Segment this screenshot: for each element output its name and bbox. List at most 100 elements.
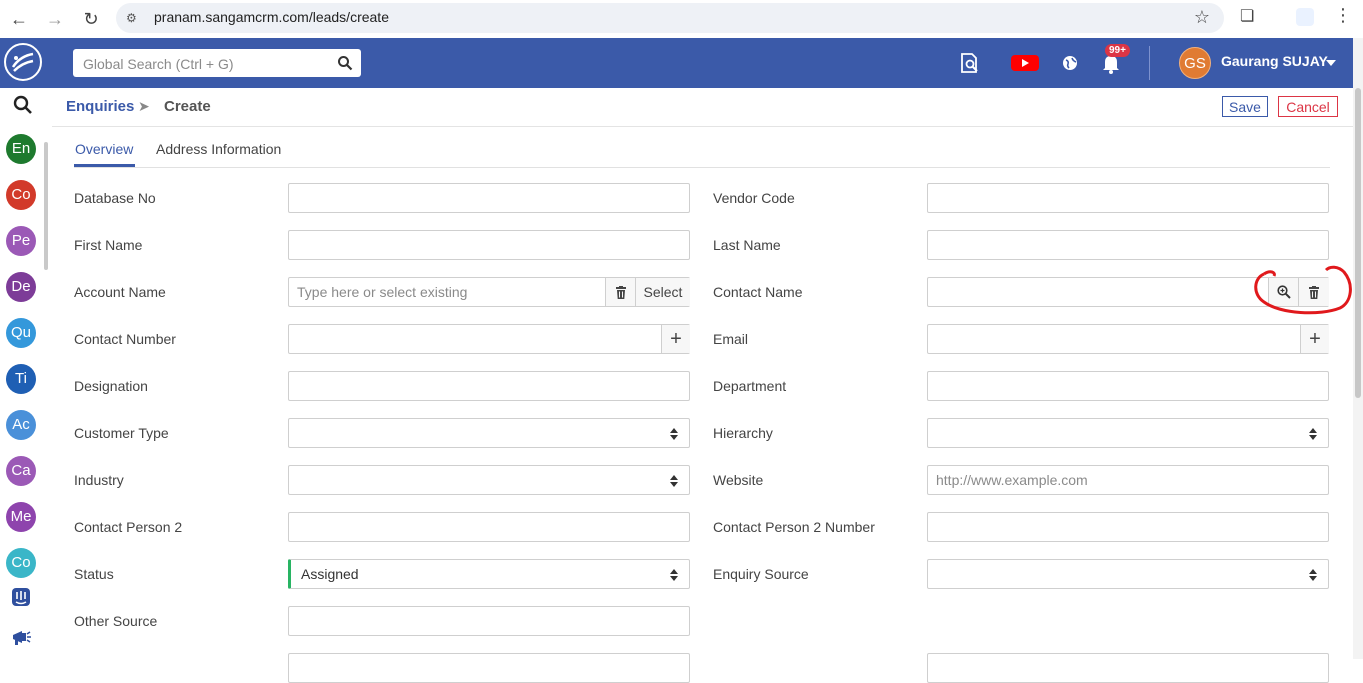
enquiry-source-select[interactable] bbox=[927, 559, 1329, 589]
youtube-icon[interactable] bbox=[1010, 52, 1040, 74]
next-field-partial[interactable] bbox=[927, 653, 1329, 683]
field-label: Department bbox=[713, 378, 787, 394]
field-label: Industry bbox=[74, 472, 124, 488]
field-label: Database No bbox=[74, 190, 156, 206]
sidebar-module-9[interactable]: Co bbox=[6, 548, 36, 578]
status-select[interactable]: Assigned bbox=[288, 559, 690, 589]
forward-icon[interactable]: → bbox=[42, 6, 68, 32]
document-search-icon[interactable] bbox=[958, 52, 982, 74]
sidebar-module-7[interactable]: Ca bbox=[6, 456, 36, 486]
field-label: Customer Type bbox=[74, 425, 169, 441]
last-name-input[interactable] bbox=[928, 231, 1328, 259]
sidebar-scrollbar[interactable] bbox=[44, 142, 48, 270]
department-input[interactable] bbox=[928, 372, 1328, 400]
first-name-field bbox=[288, 230, 690, 260]
industry-select[interactable] bbox=[288, 465, 690, 495]
global-search-input[interactable] bbox=[81, 53, 330, 75]
status-value: Assigned bbox=[301, 566, 359, 582]
contact-person-2-input[interactable] bbox=[289, 513, 689, 541]
select-arrows-icon bbox=[1309, 569, 1317, 581]
save-button[interactable]: Save bbox=[1222, 96, 1268, 117]
annotation-circle bbox=[1254, 265, 1352, 315]
select-account-button[interactable]: Select bbox=[635, 278, 690, 306]
logo-icon bbox=[11, 52, 34, 72]
search-icon[interactable] bbox=[337, 55, 353, 71]
field-label: Vendor Code bbox=[713, 190, 795, 206]
bookmark-star-icon[interactable]: ☆ bbox=[1194, 7, 1210, 28]
add-email-button[interactable]: + bbox=[1300, 325, 1329, 353]
plus-icon: + bbox=[1309, 327, 1321, 350]
sidebar-module-8[interactable]: Me bbox=[6, 502, 36, 532]
breadcrumb-current: Create bbox=[164, 98, 211, 115]
header-divider bbox=[1149, 46, 1150, 80]
field-label: Designation bbox=[74, 378, 148, 394]
url-text: pranam.sangamcrm.com/leads/create bbox=[154, 9, 389, 25]
database-no-input[interactable] bbox=[289, 184, 689, 212]
first-name-input[interactable] bbox=[289, 231, 689, 259]
next-field-partial[interactable] bbox=[288, 653, 690, 683]
designation-field bbox=[288, 371, 690, 401]
sidebar-module-1[interactable]: Co bbox=[6, 180, 36, 210]
field-label: Status bbox=[74, 566, 114, 582]
app-logo[interactable] bbox=[4, 43, 42, 81]
select-arrows-icon bbox=[670, 475, 678, 487]
account-name-input[interactable] bbox=[289, 278, 605, 306]
website-field bbox=[927, 465, 1329, 495]
cancel-button[interactable]: Cancel bbox=[1278, 96, 1338, 117]
sidebar-module-4[interactable]: Qu bbox=[6, 318, 36, 348]
clear-account-button[interactable] bbox=[605, 278, 636, 306]
reload-icon[interactable]: ↻ bbox=[78, 6, 104, 32]
global-search bbox=[73, 49, 361, 77]
vendor-code-input[interactable] bbox=[928, 184, 1328, 212]
page-scrollbar-thumb[interactable] bbox=[1355, 88, 1361, 398]
module-sidebar: En Co Pe De Qu Ti Ac Ca Me Co bbox=[0, 38, 53, 659]
breadcrumb-arrow-icon: ➤ bbox=[138, 98, 150, 114]
browser-menu-icon[interactable]: ⋮ bbox=[1334, 5, 1352, 26]
sidebar-module-0[interactable]: En bbox=[6, 134, 36, 164]
breadcrumb: Enquiries ➤ Create Save Cancel bbox=[52, 88, 1363, 127]
contact-name-input[interactable] bbox=[928, 278, 1268, 306]
contact-person-2-number-input[interactable] bbox=[928, 513, 1328, 541]
select-arrows-icon bbox=[670, 428, 678, 440]
sidebar-module-6[interactable]: Ac bbox=[6, 410, 36, 440]
intercom-icon[interactable] bbox=[10, 586, 32, 608]
account-name-field: Select bbox=[288, 277, 690, 307]
user-name[interactable]: Gaurang SUJAY bbox=[1221, 53, 1328, 69]
contact-number-input[interactable] bbox=[289, 325, 661, 353]
site-settings-icon[interactable]: ⚙ bbox=[126, 11, 140, 25]
notification-badge: 99+ bbox=[1105, 44, 1130, 57]
profile-icon[interactable] bbox=[1296, 8, 1314, 26]
sidebar-module-2[interactable]: Pe bbox=[6, 226, 36, 256]
tab-address-information[interactable]: Address Information bbox=[156, 141, 281, 157]
field-label: Email bbox=[713, 331, 749, 347]
chevron-down-icon[interactable] bbox=[1326, 60, 1336, 66]
add-contact-number-button[interactable]: + bbox=[661, 325, 690, 353]
vendor-code-field bbox=[927, 183, 1329, 213]
form-tabs: Overview Address Information bbox=[74, 127, 1330, 168]
contact-number-field: + bbox=[288, 324, 690, 354]
search-icon[interactable] bbox=[12, 94, 34, 116]
avatar[interactable]: GS bbox=[1179, 47, 1211, 79]
logo-area bbox=[0, 38, 52, 88]
field-label: Last Name bbox=[713, 237, 781, 253]
customer-type-select[interactable] bbox=[288, 418, 690, 448]
address-bar[interactable]: ⚙ pranam.sangamcrm.com/leads/create ☆ bbox=[116, 3, 1224, 33]
field-label: Other Source bbox=[74, 613, 158, 629]
megaphone-icon[interactable] bbox=[10, 626, 32, 648]
back-icon[interactable]: ← bbox=[6, 6, 32, 32]
field-label: First Name bbox=[74, 237, 143, 253]
email-input[interactable] bbox=[928, 325, 1300, 353]
website-input[interactable] bbox=[928, 466, 1328, 494]
sidebar-module-5[interactable]: Ti bbox=[6, 364, 36, 394]
tab-overview[interactable]: Overview bbox=[75, 141, 133, 157]
globe-icon[interactable] bbox=[1058, 52, 1082, 74]
designation-input[interactable] bbox=[289, 372, 689, 400]
last-name-field bbox=[927, 230, 1329, 260]
breadcrumb-module-link[interactable]: Enquiries bbox=[66, 98, 134, 115]
other-source-input[interactable] bbox=[289, 607, 689, 635]
sidebar-module-3[interactable]: De bbox=[6, 272, 36, 302]
hierarchy-select[interactable] bbox=[927, 418, 1329, 448]
extensions-icon[interactable]: ❏ bbox=[1240, 6, 1254, 26]
plus-icon: + bbox=[670, 327, 682, 350]
form-content: Overview Address Information Database No… bbox=[52, 127, 1363, 683]
